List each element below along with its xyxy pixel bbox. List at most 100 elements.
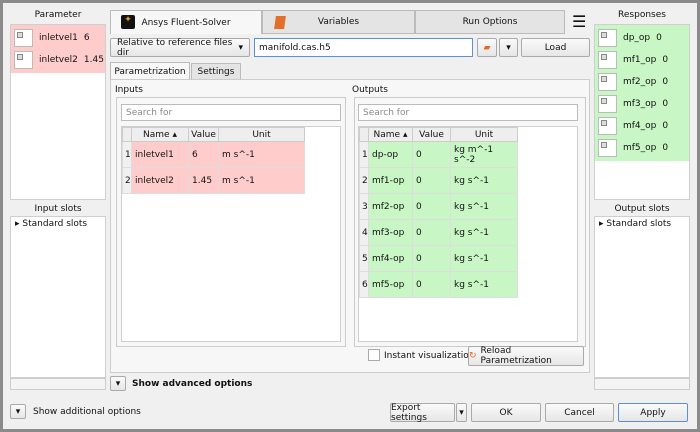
- additional-toggle-button[interactable]: ▾: [10, 404, 26, 419]
- cell-value[interactable]: 0: [412, 219, 451, 246]
- cell-name[interactable]: mf5-op: [368, 271, 413, 298]
- inputs-table: Name ▴ Value Unit 1 inletvel1 6 m s^-1 2 inletv…: [122, 127, 305, 194]
- table-row[interactable]: 2 inletvel2 1.45 m s^-1: [122, 167, 305, 194]
- cell-value[interactable]: 0: [412, 141, 451, 168]
- cell-unit[interactable]: m s^-1: [218, 167, 305, 194]
- cancel-button[interactable]: Cancel: [545, 403, 614, 422]
- item-value: 0: [662, 77, 669, 87]
- ok-button[interactable]: OK: [471, 403, 541, 422]
- cell-unit[interactable]: kg s^-1: [450, 193, 518, 220]
- cell-unit[interactable]: kg s^-1: [450, 219, 518, 246]
- tab-run-options[interactable]: Run Options: [415, 10, 565, 34]
- item-value: 0: [656, 33, 662, 43]
- table-row[interactable]: 5 mf4-op 0 kg s^-1: [359, 245, 518, 272]
- list-item[interactable]: mf3_op 0: [595, 93, 689, 115]
- reload-parametrization-button[interactable]: ↻ Reload Parametrization: [468, 346, 584, 366]
- export-settings-button[interactable]: Export settings: [390, 403, 455, 423]
- cell-value[interactable]: 0: [412, 271, 451, 298]
- instant-visualization-checkbox[interactable]: [368, 349, 380, 361]
- cell-n: 1: [359, 141, 369, 168]
- menu-icon[interactable]: ☰: [572, 12, 586, 31]
- outputs-table: Name ▴ Value Unit 1 dp-op 0 kg m^-1 s^-2 2 mf1-…: [359, 127, 518, 298]
- col-value[interactable]: Value: [188, 127, 219, 142]
- item-value: 0: [662, 121, 669, 131]
- cell-n: 6: [359, 271, 369, 298]
- inputs-table-area: Name ▴ Value Unit 1 inletvel1 6 m s^-1 2 inletv…: [121, 126, 341, 342]
- cell-value[interactable]: 0: [412, 193, 451, 220]
- cell-name[interactable]: mf2-op: [368, 193, 413, 220]
- subtab-parametrization[interactable]: Parametrization: [110, 62, 190, 80]
- cell-name[interactable]: dp-op: [368, 141, 413, 168]
- cell-unit[interactable]: kg m^-1 s^-2: [450, 141, 518, 168]
- subtab-settings[interactable]: Settings: [191, 63, 241, 80]
- export-dropdown-button[interactable]: ▾: [456, 403, 467, 422]
- variable-icon: [598, 139, 617, 157]
- cell-unit[interactable]: kg s^-1: [450, 271, 518, 298]
- inputs-title: Inputs: [115, 85, 143, 95]
- list-item[interactable]: inletvel2 1.45: [11, 49, 105, 71]
- cell-name[interactable]: mf3-op: [368, 219, 413, 246]
- inputs-search[interactable]: Search for: [121, 104, 341, 121]
- cell-name[interactable]: inletvel2: [131, 167, 189, 194]
- variable-icon: [598, 29, 617, 47]
- file-dropdown-button[interactable]: ▾: [499, 38, 518, 57]
- table-row[interactable]: 6 mf5-op 0 kg s^-1: [359, 271, 518, 298]
- cell-name[interactable]: inletvel1: [131, 141, 189, 168]
- cell-unit[interactable]: m s^-1: [218, 141, 305, 168]
- col-value[interactable]: Value: [412, 127, 451, 142]
- item-name: mf5_op: [623, 143, 657, 153]
- chevron-down-icon: ▾: [238, 42, 243, 53]
- cell-unit[interactable]: kg s^-1: [450, 167, 518, 194]
- input-slots-scrollbar[interactable]: [10, 378, 106, 390]
- list-item[interactable]: mf1_op 0: [595, 49, 689, 71]
- table-row[interactable]: 1 dp-op 0 kg m^-1 s^-2: [359, 141, 518, 168]
- tree-item-standard-slots[interactable]: ▸ Standard slots: [595, 217, 689, 231]
- cell-value[interactable]: 0: [412, 245, 451, 272]
- list-item[interactable]: mf2_op 0: [595, 71, 689, 93]
- col-unit[interactable]: Unit: [450, 127, 518, 142]
- list-item[interactable]: dp_op 0: [595, 27, 689, 49]
- folder-icon[interactable]: ▰: [477, 38, 497, 57]
- list-item[interactable]: mf4_op 0: [595, 115, 689, 137]
- cell-n: 2: [122, 167, 132, 194]
- input-slots-tree: ▸ Standard slots: [10, 216, 106, 378]
- col-name[interactable]: Name ▴: [368, 127, 413, 142]
- table-row[interactable]: 4 mf3-op 0 kg s^-1: [359, 219, 518, 246]
- col-unit[interactable]: Unit: [218, 127, 305, 142]
- item-name: inletvel1: [39, 33, 78, 43]
- tab-label: Ansys Fluent-Solver: [141, 17, 231, 28]
- tab-variables[interactable]: Variables: [262, 10, 415, 34]
- outputs-search[interactable]: Search for: [358, 104, 578, 121]
- apply-button[interactable]: Apply: [618, 403, 688, 422]
- cell-name[interactable]: mf1-op: [368, 167, 413, 194]
- file-path-input[interactable]: manifold.cas.h5: [254, 38, 473, 57]
- table-row[interactable]: 1 inletvel1 6 m s^-1: [122, 141, 305, 168]
- parameter-title: Parameter: [34, 10, 82, 20]
- col-name[interactable]: Name ▴: [131, 127, 189, 142]
- cell-value[interactable]: 1.45: [188, 167, 219, 194]
- advanced-toggle-button[interactable]: ▾: [110, 376, 126, 391]
- cell-unit[interactable]: kg s^-1: [450, 245, 518, 272]
- path-mode-select[interactable]: Relative to reference files dir ▾: [110, 38, 250, 58]
- fluent-logo-icon: ✦: [121, 15, 135, 29]
- tab-fluent-solver[interactable]: ✦ Ansys Fluent-Solver: [110, 10, 262, 34]
- variable-icon: [598, 51, 617, 69]
- variable-icon: [598, 95, 617, 113]
- output-slots-title: Output slots: [614, 204, 670, 214]
- list-item[interactable]: inletvel1 6: [11, 27, 105, 49]
- cell-value[interactable]: 6: [188, 141, 219, 168]
- load-button[interactable]: Load: [521, 38, 590, 57]
- item-name: inletvel2: [39, 55, 78, 65]
- cell-value[interactable]: 0: [412, 167, 451, 194]
- tree-label: Standard slots: [606, 219, 672, 229]
- tree-item-standard-slots[interactable]: ▸ Standard slots: [11, 217, 105, 231]
- table-row[interactable]: 2 mf1-op 0 kg s^-1: [359, 167, 518, 194]
- item-value: 6: [83, 33, 90, 43]
- item-name: mf2_op: [623, 77, 657, 87]
- output-slots-scrollbar[interactable]: [594, 378, 690, 390]
- variables-icon: [274, 16, 286, 29]
- table-row[interactable]: 3 mf2-op 0 kg s^-1: [359, 193, 518, 220]
- cell-n: 5: [359, 245, 369, 272]
- list-item[interactable]: mf5_op 0: [595, 137, 689, 159]
- cell-name[interactable]: mf4-op: [368, 245, 413, 272]
